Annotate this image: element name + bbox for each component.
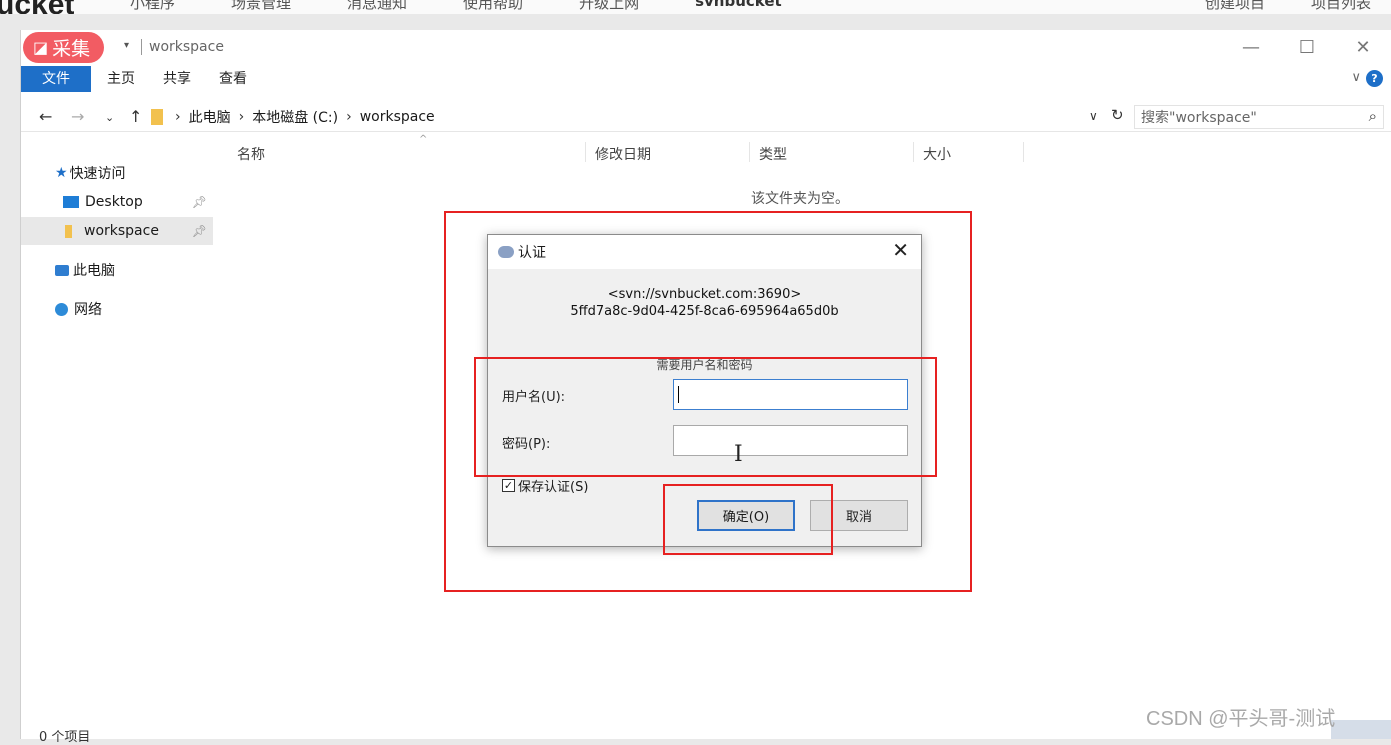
column-modified[interactable]: 修改日期	[595, 144, 651, 164]
refresh-icon[interactable]: ↻	[1111, 106, 1124, 124]
nav-this-pc-label: 此电脑	[73, 263, 115, 279]
save-auth-checkbox[interactable]: ✓ 保存认证(S)	[502, 476, 588, 495]
ribbon-tabs: 文件 主页 共享 查看 ∨ ?	[21, 66, 1391, 92]
tab-share[interactable]: 共享	[149, 66, 205, 92]
nav-workspace[interactable]: workspace 📌︎	[21, 217, 213, 245]
pin-icon[interactable]: 📌︎	[192, 195, 207, 209]
collect-button[interactable]: ◪ 采集	[23, 32, 105, 63]
text-caret	[678, 386, 679, 403]
background-nav-item[interactable]: 小程序	[130, 0, 175, 13]
column-divider[interactable]	[585, 142, 586, 162]
title-separator	[141, 39, 142, 55]
nav-network-label: 网络	[74, 302, 102, 318]
window-controls: — ☐ ✕	[1223, 30, 1391, 64]
close-button[interactable]: ✕	[1335, 30, 1391, 64]
background-logo: ucket	[0, 0, 74, 14]
background-nav-item[interactable]: 使用帮助	[463, 0, 523, 13]
dialog-title: 认证	[518, 245, 546, 261]
realm-uuid: 5ffd7a8c-9d04-425f-8ca6-695964a65d0b	[570, 304, 839, 319]
navigation-pane: ★ 快速访问 Desktop 📌︎ workspace 📌︎ 此电脑 网络	[21, 132, 213, 722]
column-divider[interactable]	[1023, 142, 1024, 162]
empty-folder-message: 该文件夹为空。	[751, 191, 849, 207]
save-auth-label: 保存认证(S)	[518, 480, 589, 495]
title-bar: ◪ 采集 ▾ workspace — ☐ ✕	[21, 30, 1391, 64]
background-nav-item[interactable]: svnbucket	[695, 0, 782, 13]
breadcrumb-workspace[interactable]: workspace	[360, 109, 435, 125]
background-nav-right: 创建项目 项目列表	[1205, 0, 1371, 13]
search-placeholder: 搜索"workspace"	[1141, 110, 1257, 126]
background-web-header: ucket 小程序 场景管理 消息通知 使用帮助 升级上网 svnbucket …	[0, 0, 1391, 14]
computer-icon	[55, 264, 69, 276]
breadcrumb-local-disk[interactable]: 本地磁盘 (C:)	[252, 107, 338, 127]
background-nav: 小程序 场景管理 消息通知 使用帮助 升级上网 svnbucket	[130, 0, 782, 13]
maximize-button[interactable]: ☐	[1279, 30, 1335, 64]
password-field[interactable]	[673, 425, 908, 456]
back-arrow-icon[interactable]: ←	[39, 107, 52, 126]
nav-network[interactable]: 网络	[21, 295, 213, 323]
nav-workspace-label: workspace	[84, 223, 159, 239]
dialog-close-button[interactable]: ✕	[892, 238, 909, 262]
realm-url: <svn://svnbucket.com:3690>	[607, 287, 802, 302]
address-bar[interactable]: › 此电脑 › 本地磁盘 (C:) › workspace	[151, 104, 1109, 130]
column-size[interactable]: 大小	[923, 144, 951, 164]
column-type[interactable]: 类型	[759, 144, 787, 164]
breadcrumb-separator-icon[interactable]: ›	[239, 109, 245, 125]
username-label: 用户名(U):	[502, 390, 566, 405]
ibeam-cursor-icon: I	[734, 442, 743, 467]
nav-quick-access-label: 快速访问	[69, 166, 126, 182]
search-icon[interactable]: ⌕	[1369, 107, 1377, 125]
create-project-link[interactable]: 创建项目	[1205, 0, 1265, 13]
breadcrumb-separator-icon[interactable]: ›	[175, 109, 181, 125]
watermark: CSDN @平头哥-测试	[1146, 708, 1336, 730]
nav-this-pc[interactable]: 此电脑	[21, 256, 213, 284]
expand-ribbon-chevron-icon[interactable]: ∨	[1351, 70, 1361, 85]
star-icon: ★	[55, 165, 68, 181]
view-mode-icons[interactable]	[1331, 720, 1391, 739]
collect-label: 采集	[52, 38, 91, 60]
ok-button[interactable]: 确定(O)	[697, 500, 795, 531]
nav-desktop-label: Desktop	[85, 194, 143, 210]
background-nav-item[interactable]: 场景管理	[231, 0, 291, 13]
quick-access-toolbar-dropdown-icon[interactable]: ▾	[124, 40, 129, 51]
help-icon[interactable]: ?	[1366, 70, 1383, 87]
minimize-button[interactable]: —	[1223, 30, 1279, 64]
column-divider[interactable]	[749, 142, 750, 162]
breadcrumb-separator-icon[interactable]: ›	[346, 109, 352, 125]
breadcrumb-this-pc[interactable]: 此电脑	[189, 107, 231, 127]
sort-ascending-icon: ^	[419, 134, 428, 145]
status-item-count: 0 个项目	[39, 730, 91, 745]
up-arrow-icon[interactable]: ↑	[129, 107, 142, 126]
column-divider[interactable]	[913, 142, 914, 162]
folder-icon	[151, 109, 163, 125]
network-icon	[55, 302, 68, 316]
nav-desktop[interactable]: Desktop 📌︎	[21, 188, 213, 216]
password-label: 密码(P):	[502, 437, 551, 452]
search-input[interactable]: 搜索"workspace" ⌕	[1134, 105, 1384, 129]
column-name[interactable]: 名称	[237, 144, 265, 164]
cancel-button[interactable]: 取消	[810, 500, 908, 531]
project-list-link[interactable]: 项目列表	[1311, 0, 1371, 13]
folder-icon	[65, 224, 72, 238]
tab-view[interactable]: 查看	[205, 66, 261, 92]
recent-locations-chevron-icon[interactable]: ⌄	[105, 111, 114, 124]
column-headers: ^ 名称 修改日期 类型 大小	[237, 134, 1037, 168]
address-dropdown-icon[interactable]: ∨	[1089, 109, 1098, 123]
username-field[interactable]	[673, 379, 908, 410]
dialog-title-bar: 认证 ✕	[488, 235, 921, 269]
forward-arrow-icon[interactable]: →	[71, 107, 84, 126]
pin-icon[interactable]: 📌︎	[192, 224, 207, 238]
tab-home[interactable]: 主页	[93, 66, 149, 92]
background-nav-item[interactable]: 升级上网	[579, 0, 639, 13]
nav-quick-access[interactable]: ★ 快速访问	[21, 159, 213, 187]
address-row: ← → ⌄ ↑ › 此电脑 › 本地磁盘 (C:) › workspace ∨ …	[21, 102, 1391, 132]
credentials-prompt: 需要用户名和密码	[656, 358, 753, 372]
desktop-icon	[63, 196, 79, 208]
tab-file[interactable]: 文件	[21, 66, 91, 92]
auth-dialog: 认证 ✕ <svn://svnbucket.com:3690> 5ffd7a8c…	[487, 234, 922, 547]
tortoise-svn-icon	[498, 246, 514, 258]
collect-icon: ◪	[33, 38, 49, 57]
background-nav-item[interactable]: 消息通知	[347, 0, 407, 13]
checkmark-icon[interactable]: ✓	[502, 479, 515, 492]
window-title: workspace	[149, 39, 224, 55]
